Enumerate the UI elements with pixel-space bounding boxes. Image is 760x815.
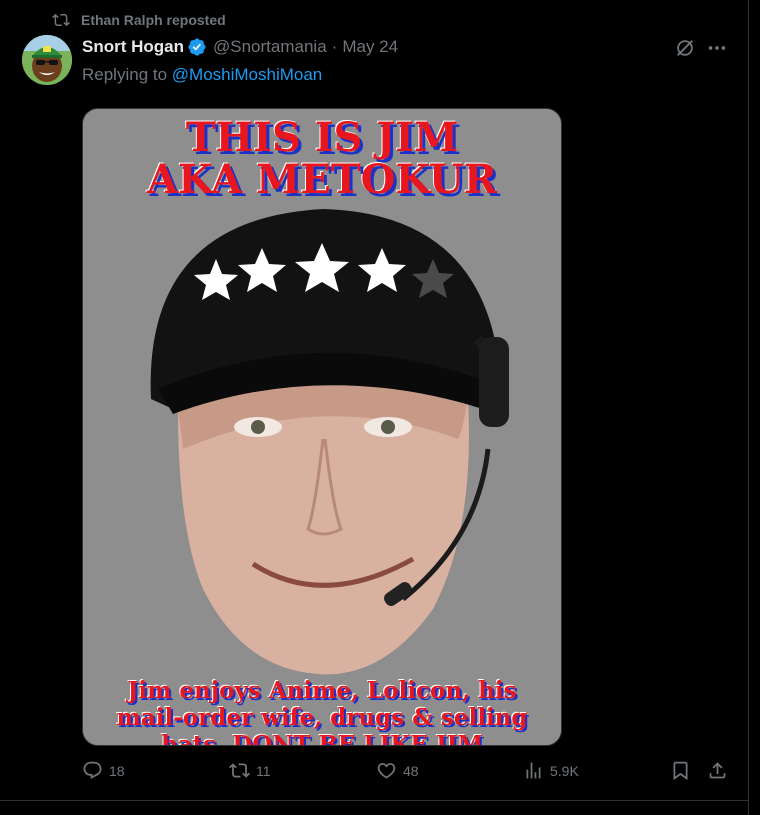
display-name[interactable]: Snort Hogan bbox=[82, 37, 184, 57]
separator-dot: · bbox=[331, 37, 338, 56]
views-count: 5.9K bbox=[550, 762, 579, 779]
share-button[interactable] bbox=[707, 760, 728, 781]
repost-count: 11 bbox=[256, 762, 271, 779]
reply-mention-link[interactable]: @MoshiMoshiMoan bbox=[172, 65, 322, 84]
replying-to-label: Replying to bbox=[82, 65, 172, 84]
reply-icon bbox=[83, 761, 102, 779]
caption-line-2: mail-order wife, drugs & selling bbox=[116, 704, 528, 731]
caption-line-1: Jim enjoys Anime, Lolicon, his bbox=[127, 677, 517, 704]
verified-badge-icon[interactable] bbox=[187, 37, 207, 57]
replying-to: Replying to @MoshiMoshiMoan bbox=[82, 65, 322, 85]
tweet-divider bbox=[0, 800, 749, 801]
author-handle[interactable]: @Snortamania bbox=[213, 37, 327, 57]
tweet-date[interactable]: May 24 bbox=[342, 37, 398, 57]
share-icon bbox=[709, 762, 726, 779]
repost-button[interactable]: 11 bbox=[229, 760, 271, 781]
caption-line-3: hats. DONT BE LIKE JIM bbox=[161, 731, 483, 746]
headline-line-1: THIS IS JIM bbox=[185, 114, 459, 161]
repost-indicator[interactable]: Ethan Ralph reposted bbox=[52, 10, 226, 30]
portrait-illustration bbox=[83, 109, 561, 745]
views-button[interactable]: 5.9K bbox=[523, 760, 579, 781]
tweet-image[interactable]: THIS IS JIM AKA METOKUR Jim enjoys Anime… bbox=[82, 108, 562, 746]
like-count: 48 bbox=[403, 762, 419, 779]
views-chart-icon bbox=[526, 762, 541, 779]
avatar[interactable] bbox=[22, 35, 72, 85]
bookmark-icon bbox=[673, 761, 688, 781]
timeline-right-border bbox=[748, 0, 749, 815]
repost-text: Ethan Ralph reposted bbox=[81, 12, 226, 28]
bookmark-button[interactable] bbox=[670, 760, 691, 781]
tweet-header: Snort Hogan @Snortamania · May 24 bbox=[82, 36, 398, 58]
image-headline: THIS IS JIM AKA METOKUR bbox=[83, 117, 561, 201]
reply-button[interactable]: 18 bbox=[82, 760, 125, 781]
repost-action-icon bbox=[229, 763, 250, 778]
more-options-icon[interactable] bbox=[706, 37, 728, 59]
heart-icon bbox=[377, 763, 396, 779]
grok-icon[interactable] bbox=[674, 37, 696, 59]
tweet-actions: 18 11 48 5.9K bbox=[0, 760, 749, 788]
headline-line-2: AKA METOKUR bbox=[147, 156, 497, 203]
repost-icon bbox=[52, 13, 70, 27]
reply-count: 18 bbox=[109, 762, 125, 779]
image-caption: Jim enjoys Anime, Lolicon, his mail-orde… bbox=[83, 677, 561, 746]
like-button[interactable]: 48 bbox=[376, 760, 419, 781]
